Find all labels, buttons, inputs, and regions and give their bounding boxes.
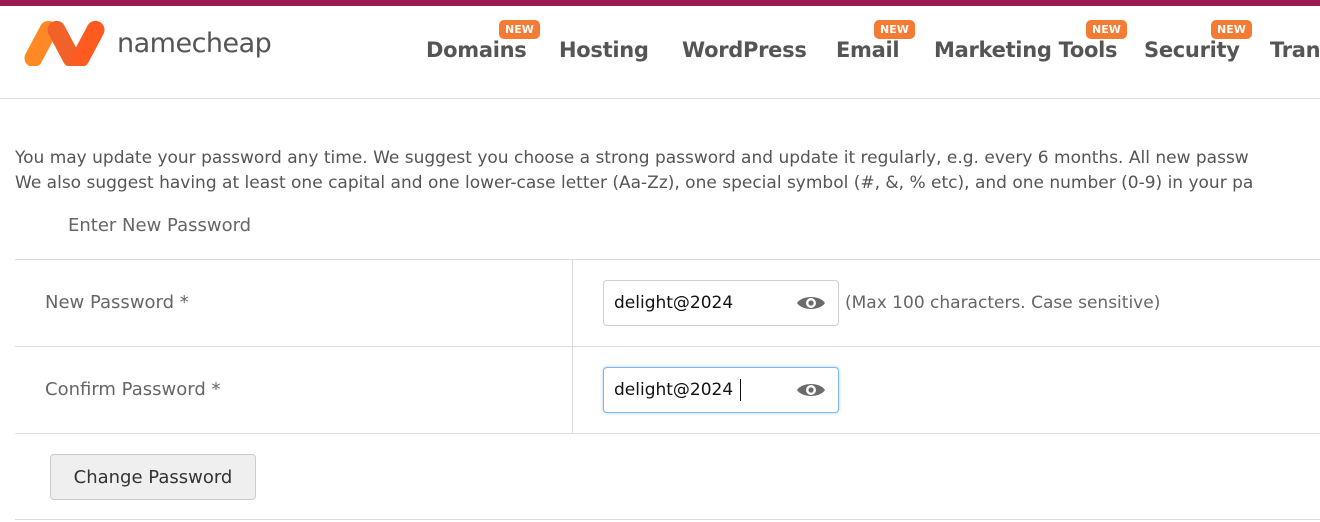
confirm-password-row: Confirm Password * [15,346,1320,433]
confirm-password-field [603,367,839,413]
site-header: namecheap NEW Domains Hosting WordPress … [0,6,1320,99]
new-password-label: New Password * [45,292,189,313]
nav-security[interactable]: Security [1144,38,1240,62]
row-divider [572,347,573,433]
description-line-1: You may update your password any time. W… [15,148,1249,168]
password-form: New Password * (Max 100 characters. Case… [15,259,1320,433]
nav-marketing-tools[interactable]: Marketing Tools [934,38,1118,62]
new-password-input[interactable] [604,281,790,325]
footer-border [15,519,1320,520]
nav-domains[interactable]: Domains [426,38,527,62]
nav-email[interactable]: Email [836,38,900,62]
security-new-badge: NEW [1211,20,1252,39]
new-password-field [603,280,839,326]
text-caret [740,379,741,401]
nav-wordpress[interactable]: WordPress [682,38,807,62]
email-new-badge: NEW [874,20,915,39]
section-title: Enter New Password [68,215,252,236]
domains-new-badge: NEW [499,20,540,39]
eye-icon[interactable] [796,381,826,399]
confirm-password-input[interactable] [604,368,790,412]
marketing-tools-new-badge: NEW [1086,20,1127,39]
password-description: You may update your password any time. W… [15,146,1320,196]
nav-transfer[interactable]: Tran [1270,38,1320,62]
main-nav: NEW Domains Hosting WordPress NEW Email … [0,6,1320,99]
description-line-2: We also suggest having at least one capi… [15,173,1254,193]
form-bottom-border [15,433,1320,434]
change-password-button[interactable]: Change Password [50,454,256,500]
row-divider [572,260,573,346]
new-password-row: New Password * (Max 100 characters. Case… [15,259,1320,346]
nav-hosting[interactable]: Hosting [559,38,649,62]
eye-icon[interactable] [796,294,826,312]
new-password-hint: (Max 100 characters. Case sensitive) [845,293,1161,313]
confirm-password-label: Confirm Password * [45,379,221,400]
